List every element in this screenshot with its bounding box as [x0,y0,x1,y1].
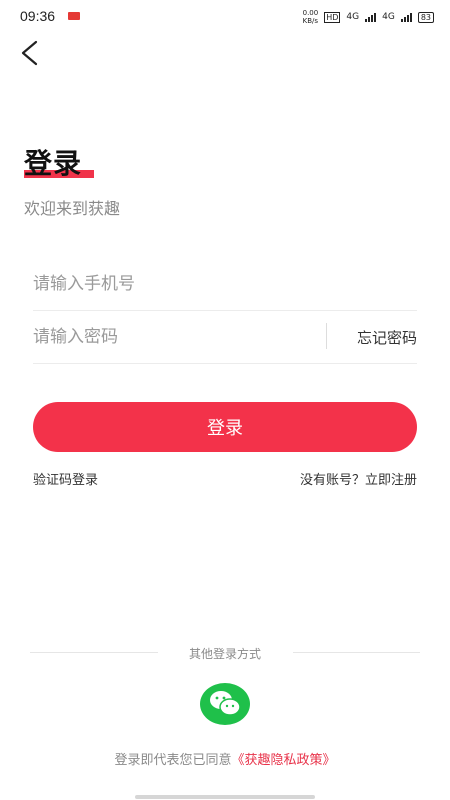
status-time: 09:36 [20,8,56,24]
field-divider [326,323,327,349]
password-input[interactable] [33,311,313,363]
signal-icon [365,12,377,22]
sms-login-link[interactable]: 验证码登录 [33,469,98,488]
signal-4g-label-2: 4G [382,12,395,22]
other-login-label: 其他登录方式 [188,647,261,661]
back-arrow-icon[interactable] [18,40,42,66]
page-subtitle: 欢迎来到获趣 [24,199,121,218]
login-button[interactable]: 登录 [33,402,417,452]
signal-4g-label-1: 4G [346,12,360,22]
net-speed: 0.00 KB/s [302,9,319,25]
phone-input[interactable] [33,258,313,310]
page-title-wrap: 登录 [24,142,94,182]
signal-icon-2 [400,12,412,22]
forgot-password-link[interactable]: 忘记密码 [357,327,417,348]
register-link[interactable]: 没有账号？立即注册 [300,469,417,488]
password-field: 忘记密码 [33,311,417,364]
home-indicator[interactable] [135,795,315,799]
policy-prefix: 登录即代表您已同意 [114,753,232,768]
status-icons: 0.00 KB/s HD 4G 4G 83 [303,9,434,25]
hd-icon: HD [324,11,341,23]
status-bar: 09:36 0.00 KB/s HD 4G 4G 83 [0,0,450,32]
battery-icon: 83 [417,11,434,23]
notification-icon [68,12,80,20]
privacy-policy-text: 登录即代表您已同意《获趣隐私政策》 [0,749,450,768]
privacy-policy-link[interactable]: 《获趣隐私政策》 [232,753,336,768]
phone-field [33,258,417,311]
page-title: 登录 [24,147,83,180]
wechat-icon[interactable] [200,683,250,725]
